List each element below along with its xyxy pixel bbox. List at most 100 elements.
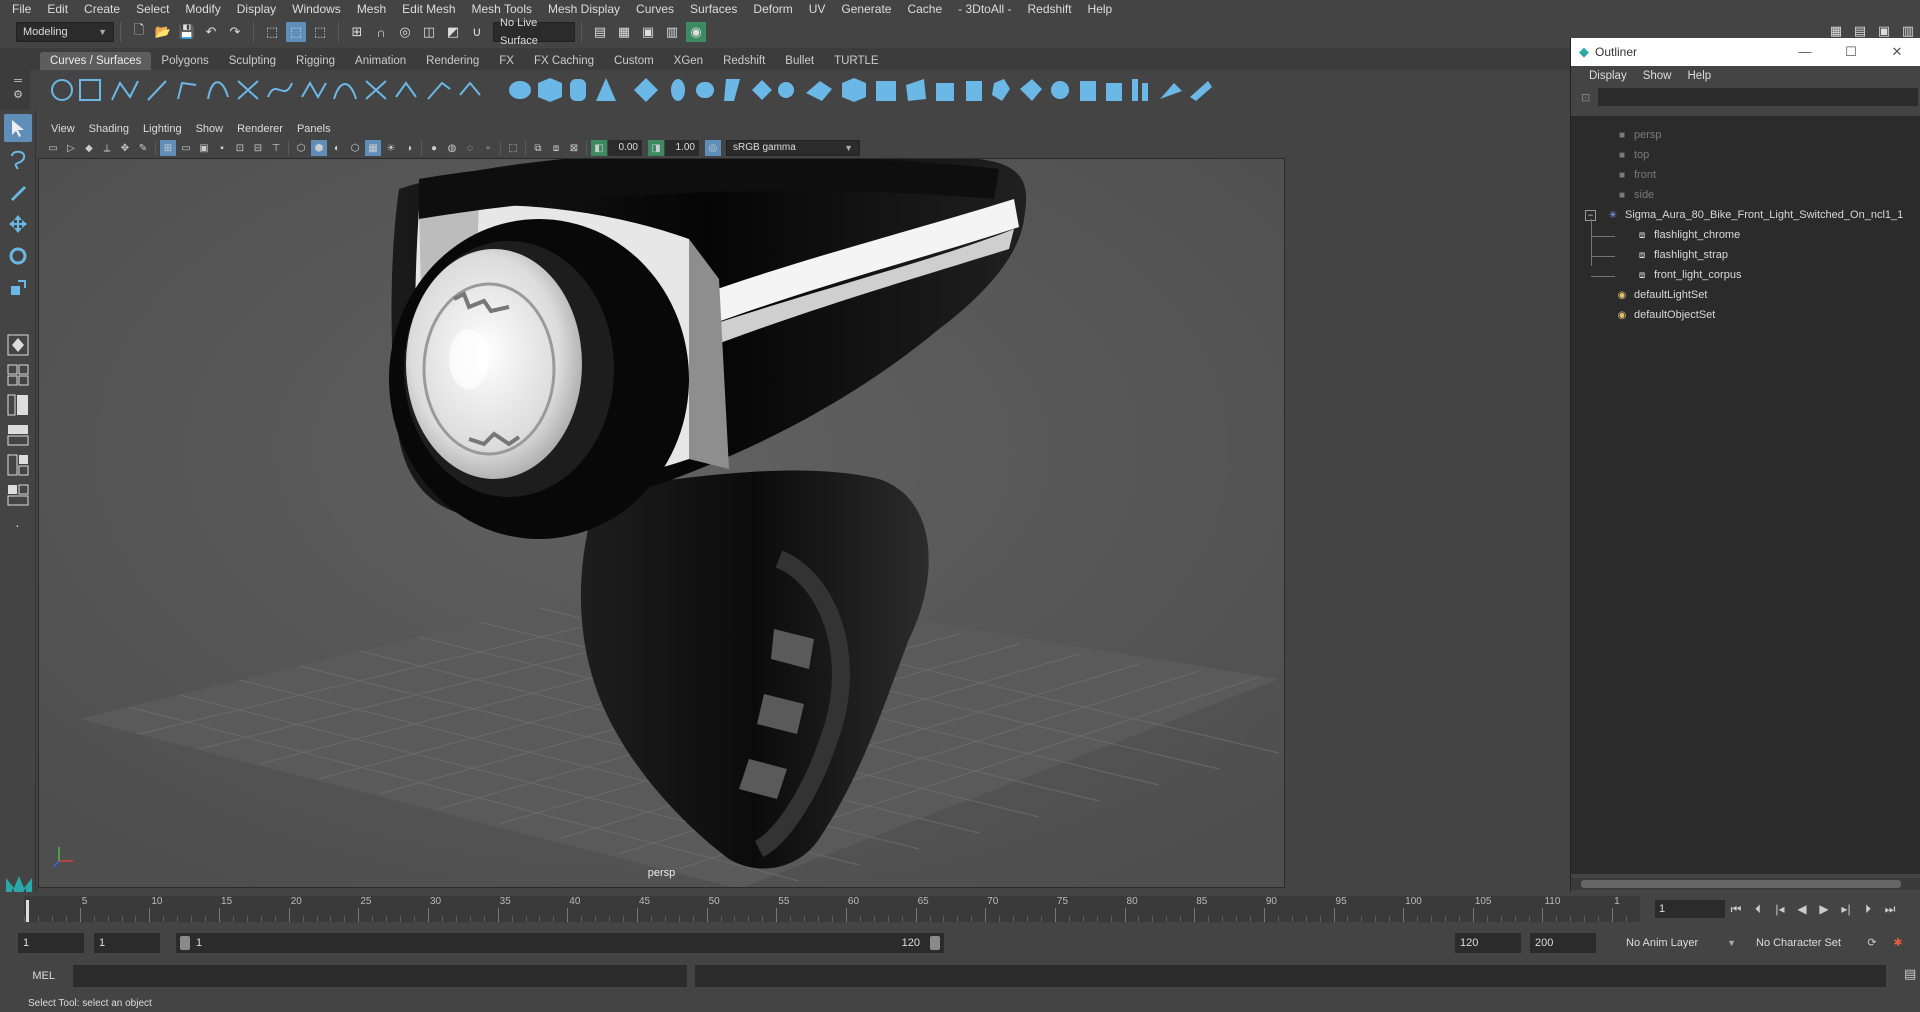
menu-item-edit[interactable]: Edit xyxy=(39,0,76,18)
current-frame-field[interactable]: 1 xyxy=(1655,900,1725,918)
ipr-render-icon[interactable]: ▣ xyxy=(638,22,658,42)
shelf-tab-animation[interactable]: Animation xyxy=(345,52,416,70)
mode-dropdown[interactable]: Modeling ▼ xyxy=(16,22,114,42)
screen-space-ao-icon[interactable]: ● xyxy=(426,140,442,156)
menu-item-modify[interactable]: Modify xyxy=(177,0,228,18)
nurbs-sphere-icon[interactable] xyxy=(509,81,531,99)
resolution-gate-icon[interactable]: ▣ xyxy=(196,140,212,156)
outliner-item-default-object-set[interactable]: ◉ defaultObjectSet xyxy=(1615,305,1716,325)
intersect-icon[interactable] xyxy=(936,83,954,101)
viewport-menu-renderer[interactable]: Renderer xyxy=(230,123,290,135)
collapse-layouts-icon[interactable]: · xyxy=(4,512,32,538)
bezier-icon[interactable] xyxy=(237,80,259,100)
hypershade-icon[interactable]: ◉ xyxy=(686,22,706,42)
close-icon[interactable]: ✕ xyxy=(1874,44,1920,60)
time-slider-track[interactable]: 5 10 15 20 25 30 35 40 45 50 55 60 65 70 75 80 85 90 95 100… xyxy=(24,896,1640,922)
outliner-item-group[interactable]: − ✳ Sigma_Aura_80_Bike_Front_Light_Switc… xyxy=(1585,205,1903,225)
motion-blur-icon[interactable]: ◍ xyxy=(444,140,460,156)
default-material-icon[interactable]: ◐ xyxy=(329,140,345,156)
ep-curve-icon[interactable] xyxy=(147,80,167,101)
nurbs-circle-icon[interactable] xyxy=(51,79,73,101)
menu-item-file[interactable]: File xyxy=(4,0,39,18)
range-end-handle[interactable] xyxy=(930,936,940,950)
isolate-select-icon[interactable]: ⬚ xyxy=(505,140,521,156)
play-backwards-icon[interactable]: ◀ xyxy=(1791,902,1813,916)
current-time-marker[interactable] xyxy=(26,900,29,922)
shelf-tab-fx[interactable]: FX xyxy=(489,52,524,70)
play-forwards-icon[interactable]: ▶ xyxy=(1813,902,1835,916)
boundary-icon[interactable] xyxy=(842,78,866,102)
menu-item-select[interactable]: Select xyxy=(128,0,177,18)
menu-item-generate[interactable]: Generate xyxy=(833,0,899,18)
script-editor-icon[interactable]: ▤ xyxy=(1900,966,1920,986)
snap-grid-icon[interactable]: ⊞ xyxy=(347,22,367,42)
range-slider-bar[interactable]: 1 120 xyxy=(176,933,944,953)
shelf-tab-rendering[interactable]: Rendering xyxy=(416,52,489,70)
step-back-frame-icon[interactable]: ⏴ xyxy=(1747,902,1769,917)
script-language-button[interactable]: MEL xyxy=(14,970,74,982)
viewport-menu-lighting[interactable]: Lighting xyxy=(136,123,189,135)
lasso-tool-icon[interactable] xyxy=(4,146,32,174)
gamma-field[interactable]: 1.00 xyxy=(665,140,699,156)
step-forward-frame-icon[interactable]: ⏵ xyxy=(1857,902,1879,917)
outliner-menu-help[interactable]: Help xyxy=(1680,70,1720,82)
nurbs-torus-icon[interactable] xyxy=(671,79,685,101)
step-back-key-icon[interactable]: |◂ xyxy=(1769,902,1791,916)
gamma-icon[interactable]: ◨ xyxy=(648,140,664,156)
nurbs-cube-icon[interactable] xyxy=(538,78,562,102)
revolve-icon[interactable] xyxy=(696,82,714,98)
exposure-icon[interactable]: ◧ xyxy=(591,140,607,156)
smooth-shade-icon[interactable]: ⬢ xyxy=(311,140,327,156)
character-set-dropdown[interactable]: No Character Set xyxy=(1750,933,1866,953)
shelf-tab-xgen[interactable]: XGen xyxy=(664,52,713,70)
menu-item-cache[interactable]: Cache xyxy=(899,0,950,18)
depth-of-field-icon[interactable]: ▫ xyxy=(480,140,496,156)
color-space-dropdown[interactable]: sRGB gamma ▼ xyxy=(726,140,860,156)
insert-knot-icon[interactable] xyxy=(333,83,357,100)
film-gate-icon[interactable]: ▭ xyxy=(178,140,194,156)
pencil-curve-icon[interactable] xyxy=(177,81,197,100)
xray-components-icon[interactable]: ⊠ xyxy=(566,140,582,156)
menu-item-uv[interactable]: UV xyxy=(801,0,834,18)
shelf-tab-turtle[interactable]: TURTLE xyxy=(824,52,889,70)
go-to-start-icon[interactable]: ⏮ xyxy=(1725,902,1747,917)
nurbs-cone-icon[interactable] xyxy=(596,78,616,101)
live-surface-field[interactable]: No Live Surface xyxy=(493,17,575,47)
shelf-tab-fx-caching[interactable]: FX Caching xyxy=(524,52,604,70)
minimize-icon[interactable]: — xyxy=(1782,44,1828,60)
arc-icon[interactable] xyxy=(207,81,229,100)
untrim-icon[interactable] xyxy=(1020,79,1042,101)
menu-item-create[interactable]: Create xyxy=(76,0,128,18)
outliner-list[interactable]: ■ persp ■ top ■ front ■ side − ✳ Sigma_Aura_… xyxy=(1571,116,1920,874)
stitch-icon[interactable] xyxy=(1190,81,1212,101)
select-component-icon[interactable]: ⬚ xyxy=(310,22,330,42)
shelf-tab-curves-surfaces[interactable]: Curves / Surfaces xyxy=(40,52,152,70)
perspective-viewport[interactable]: persp xyxy=(38,158,1285,888)
persp-uv-layout-icon[interactable] xyxy=(4,482,32,508)
step-forward-key-icon[interactable]: ▸| xyxy=(1835,902,1857,916)
hypershade-layout-icon[interactable] xyxy=(4,452,32,478)
nurbs-square-icon[interactable] xyxy=(79,79,101,101)
2d-pan-zoom-icon[interactable]: ✥ xyxy=(117,140,133,156)
attach-curve-icon[interactable] xyxy=(267,82,293,98)
shelf-tab-sculpting[interactable]: Sculpting xyxy=(219,52,286,70)
persp-outliner-layout-icon[interactable] xyxy=(4,392,32,418)
rotate-tool-icon[interactable] xyxy=(4,242,32,270)
menu-item-edit-mesh[interactable]: Edit Mesh xyxy=(394,0,463,18)
detach-surface-icon[interactable] xyxy=(1080,81,1096,101)
open-scene-icon[interactable]: 📂 xyxy=(153,22,173,42)
rebuild-icon[interactable] xyxy=(427,81,451,100)
outliner-item-front-light-corpus[interactable]: ⧈ front_light_corpus xyxy=(1635,265,1742,285)
insert-isoparm-icon[interactable] xyxy=(1132,79,1138,101)
project-curve-icon[interactable] xyxy=(966,81,982,101)
undo-icon[interactable]: ↶ xyxy=(201,22,221,42)
shelf-tab-custom[interactable]: Custom xyxy=(604,52,664,70)
bevel-icon[interactable] xyxy=(906,79,926,101)
render-frame-icon[interactable]: ▦ xyxy=(614,22,634,42)
multisample-aa-icon[interactable]: ◌ xyxy=(462,140,478,156)
menu-item-surfaces[interactable]: Surfaces xyxy=(682,0,745,18)
field-chart-icon[interactable]: ⊡ xyxy=(232,140,248,156)
shadows-icon[interactable]: ◑ xyxy=(401,140,417,156)
select-tool-icon[interactable] xyxy=(3,114,32,142)
redo-icon[interactable]: ↷ xyxy=(225,22,245,42)
